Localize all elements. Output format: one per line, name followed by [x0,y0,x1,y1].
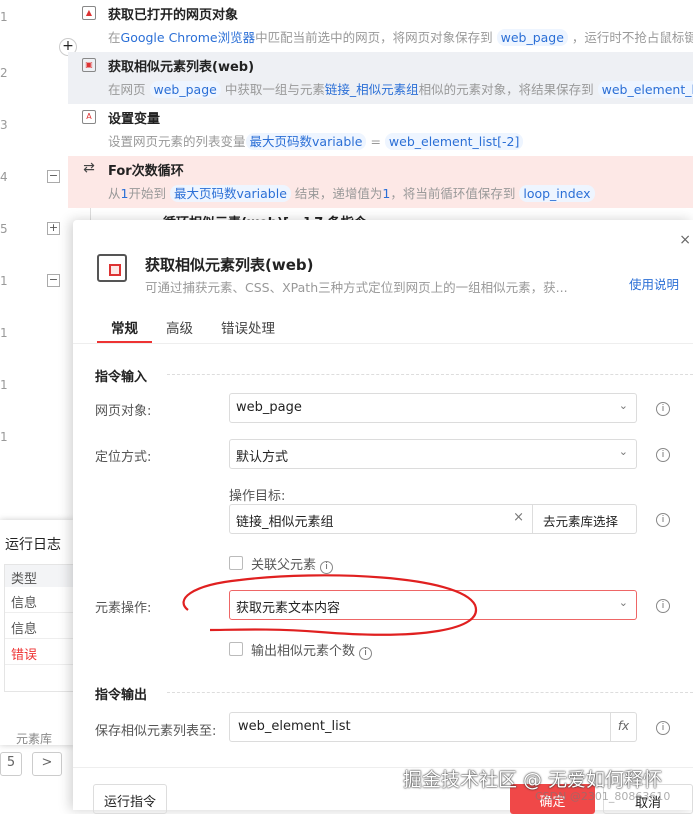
watermark-csdn: CSDN @2301_80863610 [535,790,671,803]
watermark: 掘金技术社区 @ 无爱如何释怀 [403,769,663,791]
red-annotation-circle [182,574,478,636]
